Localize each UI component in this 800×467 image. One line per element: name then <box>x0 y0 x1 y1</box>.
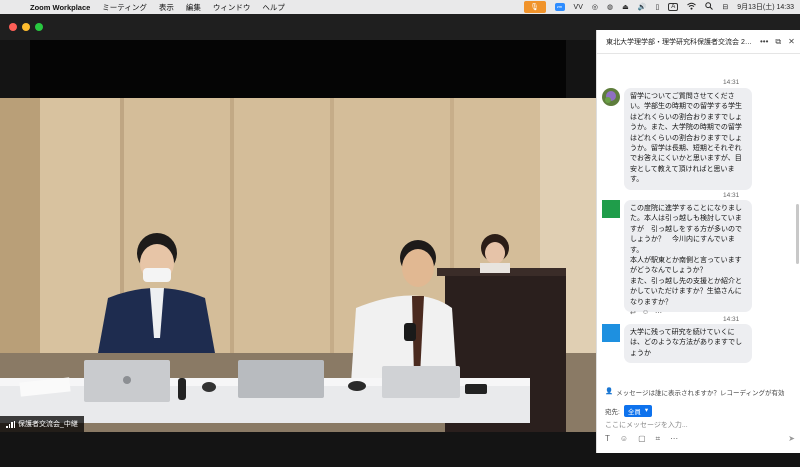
creative-cloud-icon[interactable]: ◎ <box>592 3 598 11</box>
message-timestamp: 14:31 <box>723 192 740 199</box>
menu-help[interactable]: ヘルプ <box>262 2 285 13</box>
participant-video[interactable]: 保護者交流会_中継 <box>0 98 596 432</box>
video-letterbox <box>30 40 566 98</box>
video-area: 保護者交流会_中継 <box>0 40 596 467</box>
minimize-window-button[interactable] <box>22 23 30 31</box>
more-tools-icon[interactable]: ⋯ <box>670 434 678 444</box>
file-icon[interactable]: ▢ <box>638 434 646 444</box>
close-icon[interactable]: ✕ <box>788 37 795 47</box>
recipient-row: 宛先: 全員 ▾ <box>605 405 653 417</box>
wifi-icon[interactable] <box>687 2 697 12</box>
more-options-icon[interactable]: ••• <box>760 37 768 47</box>
video-frame-image <box>0 98 596 432</box>
visibility-notice[interactable]: 👤 メッセージは誰に表示されますか？レコーディングが有効 <box>605 387 785 397</box>
clock[interactable]: 9月13日(土) 14:33 <box>737 2 794 12</box>
chat-header: 東北大学理学部・理学研究科保護者交流会 2… ••• ⧉ ✕ <box>597 30 800 54</box>
green-avatar[interactable] <box>602 200 620 218</box>
message-timestamp: 14:31 <box>723 79 740 86</box>
chat-scrollbar[interactable] <box>796 204 799 264</box>
zoom-status-icon[interactable]: zm <box>554 3 565 11</box>
flower-avatar[interactable] <box>602 88 620 106</box>
vv-status-icon[interactable]: VV <box>574 4 583 11</box>
control-center-icon[interactable]: ⊟ <box>722 3 728 11</box>
pop-out-icon[interactable]: ⧉ <box>775 37 781 47</box>
recipient-select[interactable]: 全員 ▾ <box>623 405 653 417</box>
message-actions: ↩ ☺ ⋯ <box>630 309 662 317</box>
microphone-in-use-icon[interactable]: 🎙 <box>523 1 546 13</box>
blue-avatar[interactable] <box>602 324 620 342</box>
message-timestamp: 14:31 <box>723 316 740 323</box>
participant-name-tag: 保護者交流会_中継 <box>0 416 84 432</box>
screenshot-icon[interactable]: ⌗ <box>656 434 661 444</box>
chat-message[interactable]: 留学についてご質問させてください。学部生の時期での留学する学生はどれくらいの割合… <box>624 88 752 190</box>
emoji-icon[interactable]: ☺ <box>620 434 628 444</box>
fullscreen-window-button[interactable] <box>35 23 43 31</box>
chat-messages: 14:31 留学についてご質問させてください。学部生の時期での留学する学生はどれ… <box>597 54 800 384</box>
vpn-icon[interactable]: ◍ <box>607 3 613 11</box>
text-format-icon[interactable]: T <box>605 434 610 444</box>
chat-input[interactable]: ここにメッセージを入力... <box>605 420 793 430</box>
people-icon: 👤 <box>605 388 614 395</box>
menu-bar: Zoom Workplace ミーティング 表示 編集 ウィンドウ ヘルプ 🎙 … <box>0 0 800 14</box>
menu-app-name[interactable]: Zoom Workplace <box>30 3 90 12</box>
chat-title: 東北大学理学部・理学研究科保護者交流会 2… <box>606 38 752 46</box>
chat-panel: 東北大学理学部・理学研究科保護者交流会 2… ••• ⧉ ✕ 14:31 留学に… <box>596 30 800 453</box>
menu-window[interactable]: ウィンドウ <box>213 2 251 13</box>
battery-phone-icon[interactable]: ▯ <box>655 3 659 11</box>
chat-toolbar: T ☺ ▢ ⌗ ⋯ ➤ <box>605 434 795 444</box>
menu-edit[interactable]: 編集 <box>186 2 201 13</box>
send-icon[interactable]: ➤ <box>788 434 795 444</box>
menu-meeting[interactable]: ミーティング <box>102 2 147 13</box>
eject-icon[interactable]: ⏏ <box>622 3 629 11</box>
recipient-label: 宛先: <box>605 409 620 416</box>
spotlight-search-icon[interactable] <box>705 2 714 12</box>
chat-message[interactable]: 大学に残って研究を続けていくには、どのような方法がありますでしょうか <box>624 324 752 364</box>
close-window-button[interactable] <box>9 23 17 31</box>
keyboard-input-icon[interactable]: A <box>668 3 679 11</box>
chevron-down-icon: ▾ <box>644 407 649 414</box>
more-icon[interactable]: ⋯ <box>655 309 662 317</box>
signal-strength-icon <box>6 420 15 428</box>
participant-name: 保護者交流会_中継 <box>18 421 78 428</box>
volume-icon[interactable]: 🔊 <box>638 3 647 11</box>
emoji-reaction-icon[interactable]: ☺ <box>642 309 649 317</box>
visibility-notice-text: メッセージは誰に表示されますか？レコーディングが有効 <box>616 390 785 397</box>
recipient-value: 全員 <box>627 409 641 416</box>
reply-icon[interactable]: ↩ <box>630 309 636 317</box>
menu-view[interactable]: 表示 <box>159 2 174 13</box>
chat-message[interactable]: この度院に進学することになりました。本人は引っ越しも検討していますが 引っ越しを… <box>624 200 752 313</box>
